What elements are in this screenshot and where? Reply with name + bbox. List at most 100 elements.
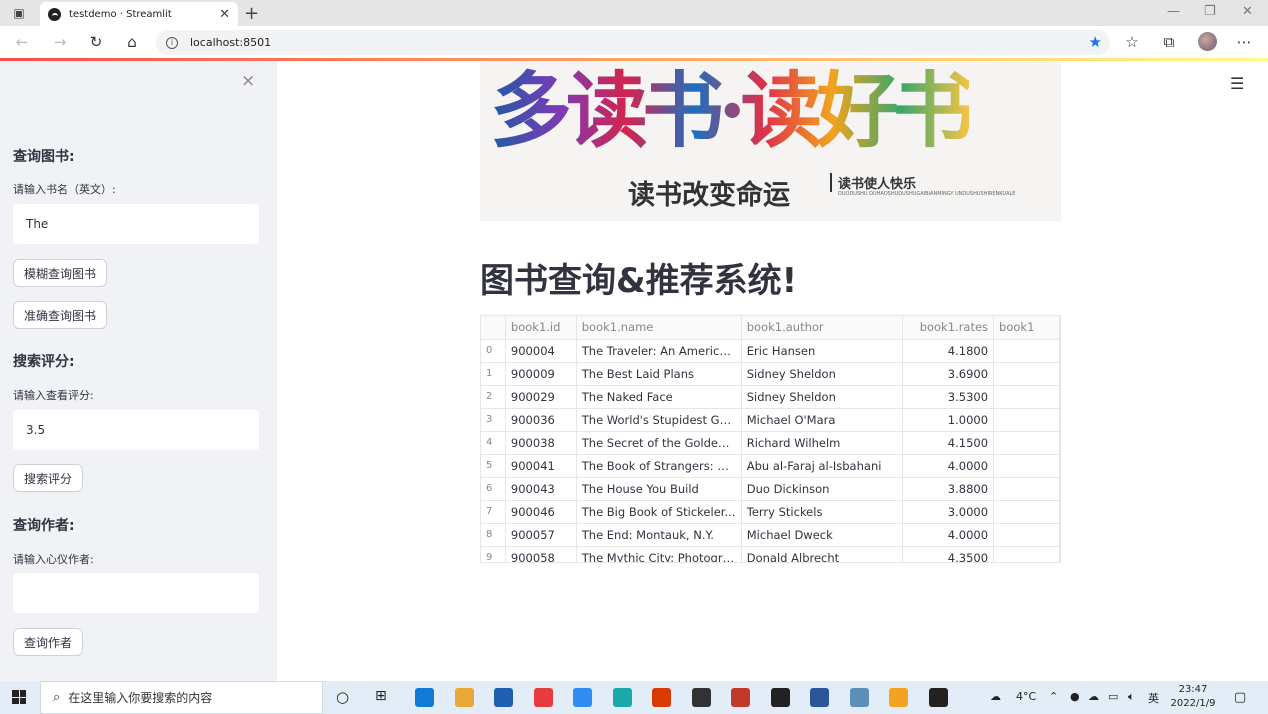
word-icon[interactable] <box>810 688 829 707</box>
windows-start-icon[interactable] <box>12 690 26 704</box>
table-row[interactable]: 2 900029 The Naked Face Sidney Sheldon 3.530… <box>481 385 1060 409</box>
author-input[interactable] <box>13 573 259 613</box>
more-menu-icon[interactable]: ⋯ <box>1234 32 1254 52</box>
cell-more <box>993 477 1060 501</box>
cell-author: Richard Wilhelm <box>741 431 904 455</box>
windows-taskbar: ⌕ 在这里输入你要搜索的内容 ○ ⊞ ☁ 4°C ⌃ ● ☁ ▭ 🔈︎ 英 23… <box>0 681 1268 714</box>
window-close-icon[interactable]: ✕ <box>1242 4 1253 19</box>
cloud-tray-icon[interactable]: ☁ <box>1088 690 1099 703</box>
row-index: 4 <box>481 431 506 455</box>
cell-author: Abu al-Faraj al-Isbahani <box>741 454 904 478</box>
search-author-button[interactable]: 查询作者 <box>13 628 84 656</box>
site-info-icon[interactable]: i <box>166 36 178 49</box>
task-view-icon[interactable]: ⊞ <box>375 688 387 704</box>
store-icon[interactable] <box>494 688 513 707</box>
favorite-star-icon[interactable]: ★ <box>1089 33 1102 51</box>
row-index: 3 <box>481 408 506 432</box>
favorites-icon[interactable]: ☆ <box>1122 32 1142 52</box>
table-row[interactable]: 9 900058 The Mythic City: Photogra... Donal… <box>481 546 1060 562</box>
cell-rates: 3.0000 <box>902 500 995 524</box>
book-dataframe[interactable]: book1.id book1.name book1.author book1.r… <box>480 315 1061 563</box>
fuzzy-search-button[interactable]: 模糊查询图书 <box>13 259 108 287</box>
app-notes-icon[interactable] <box>691 688 711 707</box>
column-header-id[interactable]: book1.id <box>505 316 577 340</box>
cell-more <box>993 523 1060 547</box>
taskbar-search-box[interactable]: ⌕ 在这里输入你要搜索的内容 <box>40 681 323 714</box>
cell-more <box>993 362 1060 386</box>
table-row[interactable]: 5 900041 The Book of Strangers: M... Abu al… <box>481 454 1060 478</box>
edge-icon[interactable] <box>415 688 434 707</box>
volume-muted-icon[interactable]: 🔈︎ <box>1128 690 1135 704</box>
taskbar-clock[interactable]: 23:47 2022/1/9 <box>1165 683 1221 711</box>
profile-avatar[interactable] <box>1198 32 1217 51</box>
table-row[interactable]: 3 900036 The World's Stupidest Gra... Micha… <box>481 408 1060 432</box>
app-blue-icon[interactable] <box>573 688 592 707</box>
tab-close-icon[interactable]: ✕ <box>219 7 230 22</box>
restore-icon[interactable]: ❐ <box>1204 4 1216 19</box>
weather-temperature[interactable]: 4°C <box>1016 690 1036 703</box>
column-header-name[interactable]: book1.name <box>576 316 742 340</box>
column-header-more[interactable]: book1 <box>993 316 1060 340</box>
sidebar-close-icon[interactable]: × <box>241 71 255 91</box>
cell-name: The Secret of the Golden ... <box>576 431 742 455</box>
office-icon[interactable] <box>652 688 671 707</box>
main-menu-icon[interactable]: ☰ <box>1230 74 1244 93</box>
table-row[interactable]: 8 900057 The End: Montauk, N.Y. Michael Dwe… <box>481 523 1060 547</box>
cell-id: 900004 <box>505 339 577 363</box>
wps-icon[interactable] <box>770 688 790 707</box>
table-row[interactable]: 4 900038 The Secret of the Golden ... Richa… <box>481 431 1060 455</box>
ime-indicator[interactable]: 英 <box>1148 690 1159 706</box>
cell-name: The Big Book of Stickeler... <box>576 500 742 524</box>
search-rating-button[interactable]: 搜索评分 <box>13 464 84 492</box>
banner-small-text: DUODUSHU DUHAOSHUDUSHUGAIBIANMINGY UNDUS… <box>838 191 1016 197</box>
table-row[interactable]: 7 900046 The Big Book of Stickeler... Terry… <box>481 500 1060 524</box>
rating-label: 请输入查看评分: <box>13 389 94 402</box>
table-row[interactable]: 0 900004 The Traveler: An America... Eric H… <box>481 339 1060 363</box>
app-teal-icon[interactable] <box>612 688 632 707</box>
cell-author: Michael Dweck <box>741 523 904 547</box>
notification-icon[interactable]: ▢ <box>1234 690 1246 705</box>
new-tab-icon[interactable]: + <box>244 3 259 24</box>
row-index: 7 <box>481 500 506 524</box>
browser-tab[interactable]: testdemo · Streamlit ✕ <box>40 2 238 26</box>
tray-expand-icon[interactable]: ⌃ <box>1049 690 1058 703</box>
rating-input[interactable]: 3.5 <box>13 410 259 450</box>
forward-icon[interactable]: → <box>50 32 70 52</box>
table-row[interactable]: 1 900009 The Best Laid Plans Sidney Sheldon… <box>481 362 1060 386</box>
cell-more <box>993 385 1060 409</box>
collections-icon[interactable]: ⧉ <box>1159 32 1179 52</box>
tab-title: testdemo · Streamlit <box>69 8 172 20</box>
cortana-icon[interactable]: ○ <box>336 688 349 706</box>
column-header-index[interactable] <box>481 316 506 340</box>
book-name-input[interactable]: The <box>13 204 259 244</box>
column-header-author[interactable]: book1.author <box>741 316 904 340</box>
cell-name: The Book of Strangers: M... <box>576 454 742 478</box>
column-header-rates[interactable]: book1.rates <box>902 316 995 340</box>
reload-icon[interactable]: ↻ <box>86 32 106 52</box>
cell-name: The Mythic City: Photogra... <box>576 546 742 562</box>
exact-search-button[interactable]: 准确查询图书 <box>13 301 108 329</box>
minimize-icon[interactable]: — <box>1167 4 1180 19</box>
back-icon[interactable]: ← <box>12 32 32 52</box>
app-red-icon[interactable] <box>533 688 553 707</box>
cell-rates: 3.6900 <box>902 362 995 386</box>
tab-actions-icon[interactable]: ▣ <box>8 4 30 22</box>
app-game-icon[interactable] <box>731 688 750 707</box>
browser-toolbar: ← → ↻ ⌂ i localhost:8501 ★ ☆ ⧉ ⋯ <box>0 26 1268 59</box>
file-explorer-icon[interactable] <box>454 688 474 707</box>
cell-author: Terry Stickels <box>741 500 904 524</box>
cell-rates: 3.5300 <box>902 385 995 409</box>
cell-author: Sidney Sheldon <box>741 362 904 386</box>
app-yellow-icon[interactable] <box>889 688 908 707</box>
address-bar[interactable]: i localhost:8501 ★ <box>156 30 1110 55</box>
weather-icon[interactable]: ☁ <box>990 690 1001 703</box>
table-header-row: book1.id book1.name book1.author book1.r… <box>481 316 1060 340</box>
home-icon[interactable]: ⌂ <box>122 32 142 52</box>
cell-rates: 4.0000 <box>902 523 995 547</box>
book-search-heading: 查询图书: <box>13 149 75 165</box>
security-tray-icon[interactable]: ● <box>1070 690 1080 703</box>
app-gray-icon[interactable] <box>849 688 869 707</box>
terminal-icon[interactable] <box>928 688 948 707</box>
battery-icon[interactable]: ▭ <box>1108 690 1118 703</box>
table-row[interactable]: 6 900043 The House You Build Duo Dickinson 3… <box>481 477 1060 501</box>
